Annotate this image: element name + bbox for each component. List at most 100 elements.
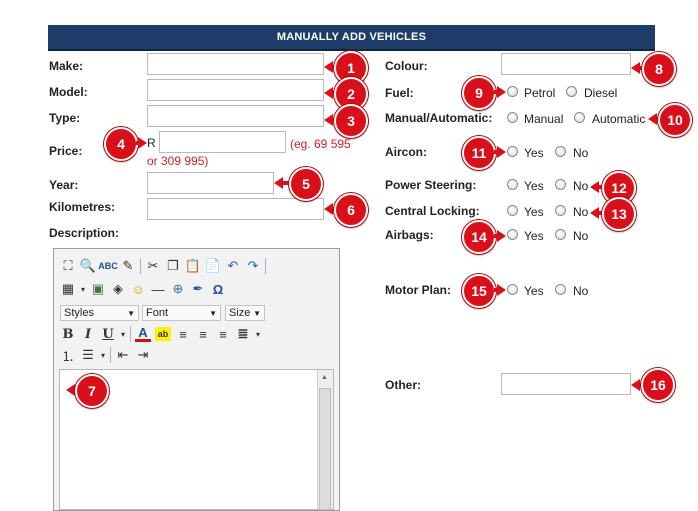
text-color-icon[interactable]: A bbox=[135, 325, 151, 342]
cut-icon[interactable]: ✂ bbox=[145, 258, 161, 274]
size-select[interactable]: Size ▼ bbox=[225, 305, 265, 321]
redo-icon[interactable]: ↷ bbox=[245, 258, 261, 274]
outdent-icon[interactable]: ⇤ bbox=[115, 347, 131, 363]
year-input[interactable] bbox=[147, 172, 274, 194]
central-locking-yes-radio[interactable] bbox=[507, 205, 518, 216]
colour-label: Colour: bbox=[385, 59, 428, 73]
price-input[interactable] bbox=[159, 131, 286, 153]
power-steering-label: Power Steering: bbox=[385, 178, 477, 192]
toolbar-separator bbox=[130, 326, 131, 342]
type-label: Type: bbox=[49, 111, 81, 125]
special-char-icon[interactable]: Ω bbox=[210, 281, 226, 297]
aircon-label: Aircon: bbox=[385, 145, 427, 159]
airbags-no-label: No bbox=[573, 229, 589, 243]
central-locking-no-label: No bbox=[573, 205, 589, 219]
callout-10: 10 bbox=[658, 103, 692, 137]
list-dropdown-icon[interactable]: ▾ bbox=[100, 347, 106, 363]
smiley-icon[interactable]: ☺ bbox=[130, 281, 146, 297]
colour-input[interactable] bbox=[501, 53, 631, 75]
callout-7: 7 bbox=[75, 374, 109, 408]
fuel-diesel-radio[interactable] bbox=[566, 86, 577, 97]
airbags-label: Airbags: bbox=[385, 228, 434, 242]
callout-arrow-head bbox=[497, 146, 506, 158]
toolbar-separator bbox=[110, 347, 111, 363]
callout-16: 16 bbox=[641, 368, 675, 402]
central-locking-yes-label: Yes bbox=[524, 205, 544, 219]
table-dropdown-icon[interactable]: ▾ bbox=[80, 281, 86, 297]
motor-plan-no-radio[interactable] bbox=[555, 284, 566, 295]
toolbar-separator bbox=[140, 258, 141, 274]
motor-plan-yes-radio[interactable] bbox=[507, 284, 518, 295]
kilometres-input[interactable] bbox=[147, 198, 324, 220]
toolbar-row-5: ⒈ ☰ ▾ ⇤ ⇥ bbox=[60, 347, 151, 364]
callout-9: 9 bbox=[462, 76, 496, 110]
bold-icon[interactable]: B bbox=[60, 326, 76, 342]
highlight-icon[interactable]: ab bbox=[155, 327, 171, 341]
callout-arrow-head bbox=[497, 86, 506, 98]
fuel-diesel-label: Diesel bbox=[584, 86, 618, 100]
align-justify-icon[interactable]: ≣ bbox=[235, 326, 251, 342]
underline-icon[interactable]: U bbox=[100, 326, 116, 342]
make-input[interactable] bbox=[147, 53, 324, 75]
scroll-up-icon[interactable]: ▲ bbox=[321, 374, 328, 381]
ordered-list-icon[interactable]: ⒈ bbox=[60, 347, 76, 364]
fuel-petrol-radio[interactable] bbox=[507, 86, 518, 97]
find-icon[interactable]: 🔍 bbox=[80, 258, 96, 274]
airbags-yes-label: Yes bbox=[524, 229, 544, 243]
fuel-label: Fuel: bbox=[385, 86, 414, 100]
other-input[interactable] bbox=[501, 373, 631, 395]
callout-8: 8 bbox=[642, 52, 676, 86]
transmission-manual-radio[interactable] bbox=[507, 112, 518, 123]
undo-icon[interactable]: ↶ bbox=[225, 258, 241, 274]
bullet-list-icon[interactable]: ☰ bbox=[80, 347, 96, 363]
callout-13: 13 bbox=[602, 197, 636, 231]
central-locking-label: Central Locking: bbox=[385, 204, 480, 218]
airbags-yes-radio[interactable] bbox=[507, 229, 518, 240]
callout-arrow-head bbox=[138, 137, 147, 149]
airbags-no-radio[interactable] bbox=[555, 229, 566, 240]
clean-format-icon[interactable]: ✎ bbox=[120, 258, 136, 274]
format-dropdown-icon[interactable]: ▾ bbox=[120, 326, 126, 342]
font-select[interactable]: Font ▼ bbox=[142, 305, 221, 321]
italic-icon[interactable]: I bbox=[80, 326, 96, 342]
align-center-icon[interactable]: ≡ bbox=[195, 326, 211, 342]
fullscreen-icon[interactable]: ⛶ bbox=[60, 258, 76, 274]
callout-3: 3 bbox=[334, 104, 368, 138]
toolbar-separator bbox=[265, 258, 266, 274]
editor-scrollbar[interactable]: ▲ bbox=[317, 370, 333, 510]
paste-icon[interactable]: 📋 bbox=[185, 258, 201, 274]
type-input[interactable] bbox=[147, 105, 324, 127]
motor-plan-yes-label: Yes bbox=[524, 284, 544, 298]
power-steering-yes-radio[interactable] bbox=[507, 179, 518, 190]
align-dropdown-icon[interactable]: ▾ bbox=[255, 326, 261, 342]
align-right-icon[interactable]: ≡ bbox=[215, 326, 231, 342]
transmission-automatic-radio[interactable] bbox=[574, 112, 585, 123]
styles-select[interactable]: Styles ▼ bbox=[60, 305, 139, 321]
spellcheck-icon[interactable]: ABC bbox=[98, 258, 118, 274]
price-hint: (eg. 69 595 bbox=[290, 137, 351, 151]
link-icon[interactable]: ⊕ bbox=[170, 281, 186, 297]
toolbar-row-2: ▦ ▾ ▣ ◈ ☺ — ⊕ ✒ Ω bbox=[60, 281, 226, 297]
scrollbar-thumb[interactable] bbox=[319, 388, 331, 510]
description-label: Description: bbox=[49, 226, 120, 240]
indent-icon[interactable]: ⇥ bbox=[135, 347, 151, 363]
toolbar-row-1: ⛶ 🔍 ABC ✎ ✂ ❐ 📋 📄 ↶ ↷ bbox=[60, 258, 266, 274]
copy-icon[interactable]: ❐ bbox=[165, 258, 181, 274]
power-steering-no-radio[interactable] bbox=[555, 179, 566, 190]
power-steering-no-label: No bbox=[573, 179, 589, 193]
flash-icon[interactable]: ◈ bbox=[110, 281, 126, 297]
image-icon[interactable]: ▣ bbox=[90, 281, 106, 297]
central-locking-no-radio[interactable] bbox=[555, 205, 566, 216]
chevron-down-icon: ▼ bbox=[127, 308, 135, 318]
align-left-icon[interactable]: ≡ bbox=[175, 326, 191, 342]
aircon-no-radio[interactable] bbox=[555, 146, 566, 157]
model-label: Model: bbox=[49, 85, 88, 99]
horizontal-rule-icon[interactable]: — bbox=[150, 281, 166, 297]
model-input[interactable] bbox=[147, 79, 324, 101]
paste-text-icon[interactable]: 📄 bbox=[205, 258, 221, 274]
table-icon[interactable]: ▦ bbox=[60, 281, 76, 297]
aircon-yes-radio[interactable] bbox=[507, 146, 518, 157]
anchor-icon[interactable]: ✒ bbox=[190, 281, 206, 297]
callout-arrow-head bbox=[497, 230, 506, 242]
callout-14: 14 bbox=[462, 220, 496, 254]
